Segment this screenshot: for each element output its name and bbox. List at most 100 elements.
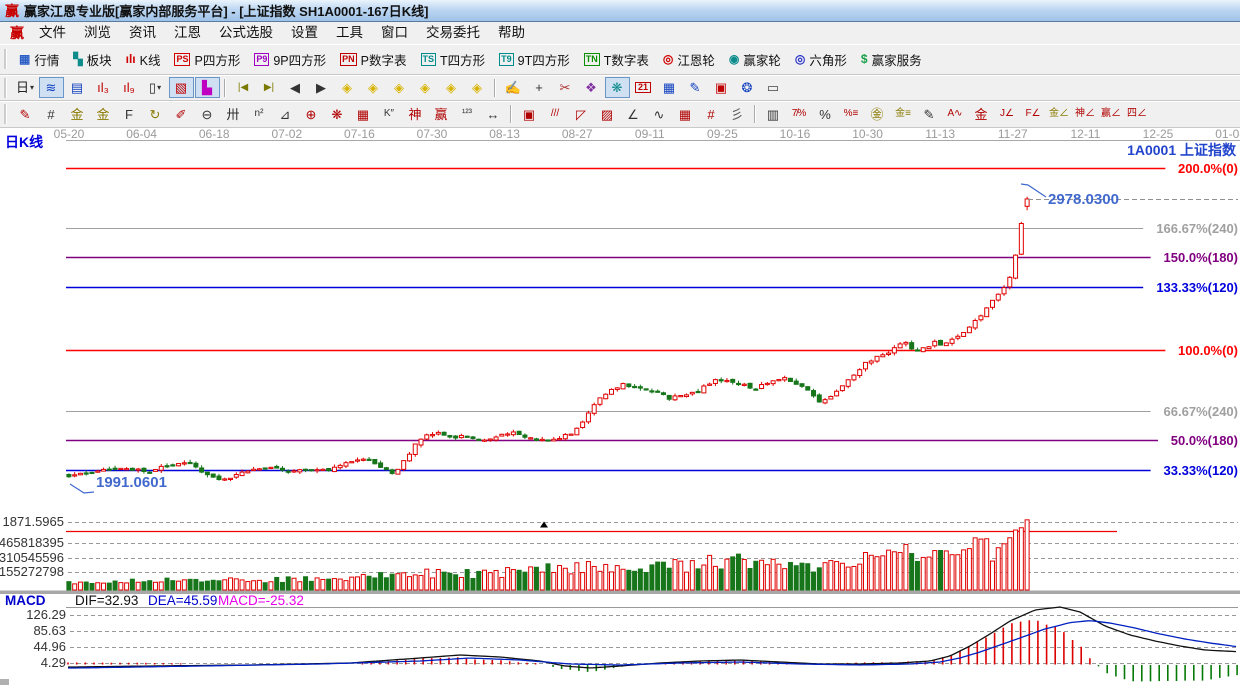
- menu-item-3[interactable]: 江恩: [165, 23, 210, 43]
- menu-item-5[interactable]: 设置: [282, 23, 327, 43]
- sectors-button[interactable]: ▚板块: [66, 47, 118, 72]
- pattern-overlay-tool[interactable]: ▧: [169, 77, 194, 98]
- pen-level-tool[interactable]: ✎: [917, 104, 942, 125]
- wide-grid-tool[interactable]: 卅: [221, 104, 246, 125]
- menu-item-6[interactable]: 工具: [327, 23, 372, 43]
- print-export-button[interactable]: ▭: [761, 77, 786, 98]
- circle-sector-tool[interactable]: ⊖: [195, 104, 220, 125]
- flag-tool[interactable]: ❖: [579, 77, 604, 98]
- mirror-angle-tool[interactable]: ⊿: [273, 104, 298, 125]
- shen-angle-tool[interactable]: 神∠: [1073, 104, 1098, 125]
- gold-angle-tool[interactable]: 金∠: [1047, 104, 1072, 125]
- x-axis-label: 11-27: [998, 128, 1028, 141]
- kline-chart[interactable]: 05-2006-0406-1807-0207-1607-3008-1308-27…: [0, 128, 1240, 685]
- width-arrows-tool[interactable]: ↔: [481, 104, 506, 125]
- gold-levels-tool[interactable]: 金≡: [891, 104, 916, 125]
- gann-wheel-button[interactable]: ◎江恩轮: [656, 47, 722, 72]
- gann-diamond-3[interactable]: ◈: [387, 77, 412, 98]
- menu-item-1[interactable]: 浏览: [75, 23, 120, 43]
- j-angle-tool[interactable]: J∠: [995, 104, 1020, 125]
- crosshair-tool[interactable]: +: [527, 77, 552, 98]
- 9p-square-button[interactable]: P99P四方形: [247, 47, 333, 72]
- brush-tool[interactable]: ✎: [13, 104, 38, 125]
- ray-box-tool[interactable]: ▨: [595, 104, 620, 125]
- ying-grid-tool[interactable]: 赢: [429, 104, 454, 125]
- wave-rays-tool[interactable]: ∿: [647, 104, 672, 125]
- gold-grid-a-tool[interactable]: 金: [65, 104, 90, 125]
- gann-diamond-6[interactable]: ◈: [465, 77, 490, 98]
- gold-circle-tool[interactable]: ㊎: [865, 104, 890, 125]
- web-grid-tool[interactable]: ▦: [351, 104, 376, 125]
- p-number-table-button[interactable]: PNP数字表: [333, 47, 413, 72]
- menu-item-9[interactable]: 帮助: [489, 23, 534, 43]
- web-share-button[interactable]: ❂: [735, 77, 760, 98]
- candle-style-selector[interactable]: ▯▾: [143, 77, 168, 98]
- hexagon-button[interactable]: ◎六角形: [788, 47, 854, 72]
- analysis-tool[interactable]: ❋: [605, 77, 630, 98]
- menu-item-2[interactable]: 资讯: [120, 23, 165, 43]
- gold-grid-b-tool[interactable]: 金: [91, 104, 116, 125]
- fan-box-tool[interactable]: ◸: [569, 104, 594, 125]
- winner-service-button[interactable]: $赢家服务: [854, 47, 929, 72]
- brush-angle-tool-icon: ✐: [176, 108, 187, 121]
- calculator-button[interactable]: ▦: [657, 77, 682, 98]
- menu-item-7[interactable]: 窗口: [372, 23, 417, 43]
- gann-diamond-4[interactable]: ◈: [413, 77, 438, 98]
- spiral-tool[interactable]: ↻: [143, 104, 168, 125]
- 9t-square-button[interactable]: T99T四方形: [492, 47, 577, 72]
- percent-levels-tool[interactable]: %≡: [839, 104, 864, 125]
- kline-button-icon: ılı: [126, 53, 136, 65]
- gann-diamond-1[interactable]: ◈: [335, 77, 360, 98]
- n-squared-tool[interactable]: n²: [247, 104, 272, 125]
- gann-diamond-5[interactable]: ◈: [439, 77, 464, 98]
- p-square-button[interactable]: PSP四方形: [167, 47, 247, 72]
- time-grid-tool[interactable]: #: [699, 104, 724, 125]
- f-angle-tool[interactable]: F∠: [1021, 104, 1046, 125]
- ying-angle-tool[interactable]: 赢∠: [1099, 104, 1124, 125]
- scale-ruler-tool[interactable]: ▥: [761, 104, 786, 125]
- trend-wave-tool[interactable]: ≋: [39, 77, 64, 98]
- menu-item-4[interactable]: 公式选股: [210, 23, 282, 43]
- jump-last-button[interactable]: ▶|: [257, 77, 282, 98]
- info-card-tool[interactable]: ▤: [65, 77, 90, 98]
- wave-band-tool[interactable]: A∿: [943, 104, 968, 125]
- t-square-button[interactable]: TST四方形: [414, 47, 493, 72]
- page-right-button[interactable]: ▶: [309, 77, 334, 98]
- gann-box-tool[interactable]: ▣: [517, 104, 542, 125]
- calendar-button[interactable]: 21: [631, 77, 656, 98]
- shen-grid-tool[interactable]: 神: [403, 104, 428, 125]
- kline-3-tool[interactable]: ıl₃: [91, 77, 116, 98]
- number-grid-tool[interactable]: ¹²³: [455, 104, 480, 125]
- angle-rays-tool[interactable]: ∠: [621, 104, 646, 125]
- parallel-rays-tool[interactable]: 彡: [725, 104, 750, 125]
- percent-tool[interactable]: %: [813, 104, 838, 125]
- quotes-button[interactable]: ▦行情: [12, 47, 66, 72]
- gann-diamond-2[interactable]: ◈: [361, 77, 386, 98]
- kline-9-tool[interactable]: ıl₉: [117, 77, 142, 98]
- notepad-button[interactable]: ✎: [683, 77, 708, 98]
- profile-chart-tool[interactable]: ▙: [195, 77, 220, 98]
- kline-button[interactable]: ılıK线: [119, 47, 168, 72]
- period-selector[interactable]: 日▾: [13, 77, 38, 98]
- gold-underline-tool[interactable]: 金: [969, 104, 994, 125]
- hand-tool[interactable]: ✍: [501, 77, 526, 98]
- jump-first-button[interactable]: |◀: [231, 77, 256, 98]
- snip-tool[interactable]: ✂: [553, 77, 578, 98]
- fan-lines-tool[interactable]: ///: [543, 104, 568, 125]
- si-angle-tool[interactable]: 四∠: [1125, 104, 1150, 125]
- crosshair-circle-tool[interactable]: ⊕: [299, 104, 324, 125]
- percent-retrace-tool[interactable]: 7̸%: [787, 104, 812, 125]
- t-number-table-button[interactable]: TNT数字表: [577, 47, 656, 72]
- grid-tool-icon: #: [47, 108, 54, 121]
- brush-angle-tool[interactable]: ✐: [169, 104, 194, 125]
- k-double-tool[interactable]: K″: [377, 104, 402, 125]
- fib-grid-tool[interactable]: F: [117, 104, 142, 125]
- save-button[interactable]: ▣: [709, 77, 734, 98]
- page-left-button[interactable]: ◀: [283, 77, 308, 98]
- price-grid-tool[interactable]: ▦: [673, 104, 698, 125]
- menu-item-8[interactable]: 交易委托: [417, 23, 489, 43]
- winner-wheel-button[interactable]: ◉赢家轮: [722, 47, 788, 72]
- menu-item-0[interactable]: 文件: [30, 23, 75, 43]
- spider-web-tool[interactable]: ❋: [325, 104, 350, 125]
- grid-tool[interactable]: #: [39, 104, 64, 125]
